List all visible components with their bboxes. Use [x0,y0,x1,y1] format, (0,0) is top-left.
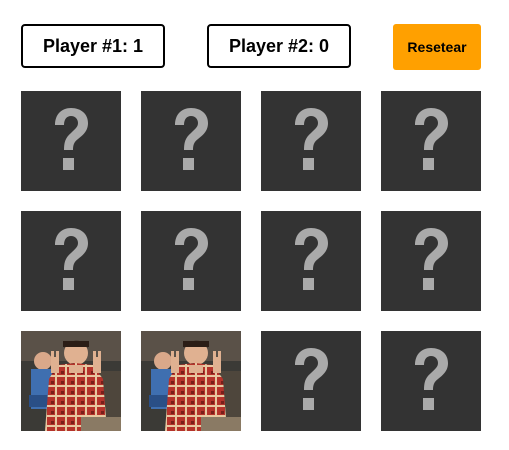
reset-button[interactable]: Resetear [393,24,481,70]
card-hidden[interactable] [381,331,481,431]
question-mark-icon [295,348,328,410]
card-hidden[interactable] [261,91,361,191]
joey-image [21,331,121,431]
player-2-score: Player #2: 0 [207,24,351,68]
card-hidden[interactable] [141,211,241,311]
card-hidden[interactable] [381,211,481,311]
card-hidden[interactable] [21,91,121,191]
card-hidden[interactable] [21,211,121,311]
question-mark-icon [295,108,328,170]
card-hidden[interactable] [381,91,481,191]
card-board [21,91,481,431]
card-hidden[interactable] [261,211,361,311]
card-revealed[interactable] [141,331,241,431]
question-mark-icon [415,108,448,170]
question-mark-icon [175,228,208,290]
question-mark-icon [295,228,328,290]
question-mark-icon [55,228,88,290]
question-mark-icon [55,108,88,170]
card-hidden[interactable] [261,331,361,431]
joey-image [141,331,241,431]
question-mark-icon [415,228,448,290]
question-mark-icon [175,108,208,170]
card-revealed[interactable] [21,331,121,431]
player-1-score: Player #1: 1 [21,24,165,68]
card-hidden[interactable] [141,91,241,191]
question-mark-icon [415,348,448,410]
